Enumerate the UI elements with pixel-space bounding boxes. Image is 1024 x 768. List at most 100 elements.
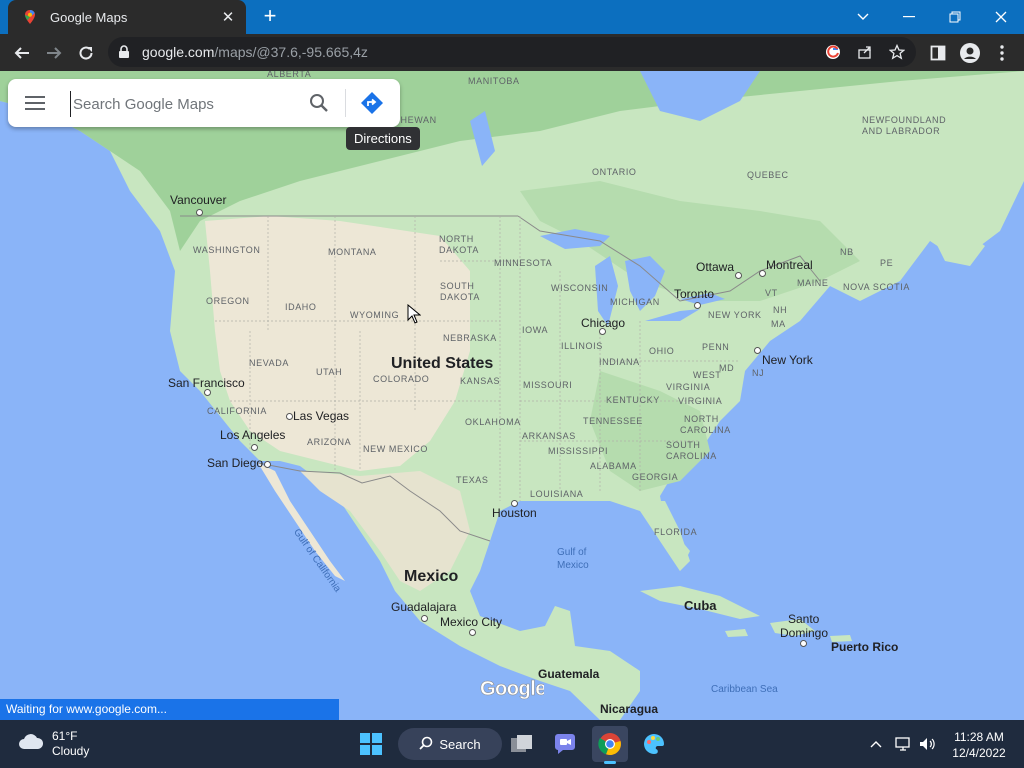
search-icon[interactable] [308, 92, 330, 114]
search-box [8, 79, 400, 127]
region-label: MAINE [797, 278, 829, 288]
city-label: Nicaragua [600, 702, 659, 716]
clock-date: 12/4/2022 [952, 746, 1006, 760]
city-marker[interactable] [800, 640, 807, 647]
task-view-icon[interactable] [504, 726, 540, 762]
search-divider [345, 89, 346, 117]
region-label: OREGON [206, 296, 250, 306]
city-label: Montreal [766, 258, 813, 272]
active-app-indicator [604, 761, 616, 764]
country-label: Mexico [404, 568, 459, 585]
region-label: NOVA SCOTIA [843, 282, 910, 292]
forward-button[interactable] [40, 39, 68, 67]
bookmark-star-icon[interactable] [888, 43, 906, 61]
city-marker[interactable] [754, 347, 761, 354]
region-label: MISSOURI [523, 380, 573, 390]
region-label: NB [840, 247, 854, 257]
teams-chat-icon[interactable] [547, 726, 583, 762]
region-label: FLORIDA [654, 527, 698, 537]
directions-icon[interactable] [360, 91, 384, 115]
weather-widget[interactable]: 61°F Cloudy [18, 729, 89, 759]
cloudy-weather-icon [18, 733, 44, 756]
reload-button[interactable] [72, 39, 100, 67]
region-label: LOUISIANA [530, 489, 584, 499]
region-label: NEWFOUNDLAND [862, 115, 947, 125]
browser-menu-icon[interactable] [988, 39, 1016, 67]
region-label: NEW MEXICO [363, 444, 429, 454]
city-marker[interactable] [286, 413, 293, 420]
city-marker[interactable] [469, 629, 476, 636]
city-label: Domingo [780, 626, 829, 640]
region-label: OKLAHOMA [465, 417, 521, 427]
url-text[interactable]: google.com/maps/@37.6,-95.665,4z [142, 44, 368, 60]
region-label: AND LABRADOR [862, 126, 941, 136]
search-input[interactable] [70, 91, 305, 117]
region-label: DAKOTA [440, 292, 480, 302]
city-label: Vancouver [170, 193, 227, 207]
url-path: /maps/@37.6,-95.665,4z [214, 44, 368, 60]
region-label: QUEBEC [747, 170, 789, 180]
city-marker[interactable] [735, 272, 742, 279]
country-label: United States [391, 355, 494, 372]
city-marker[interactable] [511, 500, 518, 507]
country-label: Cuba [684, 598, 717, 613]
region-label: CAROLINA [666, 451, 717, 461]
city-marker[interactable] [599, 328, 606, 335]
chrome-taskbar-icon[interactable] [592, 726, 628, 764]
region-label: MICHIGAN [610, 297, 660, 307]
city-marker[interactable] [264, 461, 271, 468]
menu-hamburger-icon[interactable] [24, 93, 46, 113]
google-logo-text: Google [480, 678, 544, 700]
windows-start-icon[interactable] [353, 726, 389, 762]
paint-app-icon[interactable] [636, 726, 672, 762]
region-label: NH [773, 305, 788, 315]
city-label: Guatemala [538, 667, 600, 681]
region-label: PENN [702, 342, 730, 352]
region-label: CAROLINA [680, 425, 731, 435]
new-tab-button[interactable]: + [258, 5, 282, 29]
tab-google-maps[interactable]: Google Maps ✕ [8, 0, 246, 34]
city-marker[interactable] [694, 302, 701, 309]
region-label: ONTARIO [592, 167, 637, 177]
map-canvas[interactable]: ALBERTA MANITOBA SASKATCHEWAN ONTARIO QU… [0, 71, 1024, 720]
region-label: MONTANA [328, 247, 377, 257]
system-clock[interactable]: 11:28 AM 12/4/2022 [944, 729, 1014, 761]
windows-taskbar: 61°F Cloudy Search 11:28 AM 12/4/2022 [0, 720, 1024, 768]
tray-overflow-chevron-icon[interactable] [866, 734, 886, 754]
lock-icon[interactable] [118, 45, 130, 64]
directions-tooltip: Directions [346, 127, 420, 150]
city-marker[interactable] [421, 615, 428, 622]
region-label: WEST [693, 370, 722, 380]
back-button[interactable] [8, 39, 36, 67]
weather-temp: 61°F [52, 729, 78, 743]
google-maps-favicon-icon [22, 9, 38, 25]
region-label: COLORADO [373, 374, 430, 384]
profile-avatar-icon[interactable] [956, 39, 984, 67]
region-label: NORTH [684, 414, 719, 424]
tab-close-icon[interactable]: ✕ [220, 8, 236, 26]
close-window-button[interactable] [978, 0, 1024, 34]
network-icon[interactable] [894, 734, 914, 754]
city-marker[interactable] [196, 209, 203, 216]
region-label: UTAH [316, 367, 343, 377]
clock-time: 11:28 AM [954, 730, 1004, 744]
tab-title: Google Maps [50, 9, 128, 25]
volume-icon[interactable] [918, 734, 938, 754]
side-panel-icon[interactable] [924, 39, 952, 67]
city-marker[interactable] [759, 270, 766, 277]
region-label: IDAHO [285, 302, 317, 312]
restore-button[interactable] [932, 0, 978, 34]
share-icon[interactable] [856, 43, 874, 61]
url-host: google.com [142, 44, 215, 60]
city-marker[interactable] [204, 389, 211, 396]
tab-search-chevron-icon[interactable] [840, 0, 886, 34]
address-bar[interactable]: google.com/maps/@37.6,-95.665,4z [108, 37, 916, 67]
region-label: TEXAS [456, 475, 489, 485]
region-label: WYOMING [350, 310, 400, 320]
minimize-button[interactable] [886, 0, 932, 34]
google-lens-icon[interactable] [824, 43, 842, 61]
region-label: IOWA [522, 325, 549, 335]
taskbar-search-button[interactable]: Search [398, 728, 502, 760]
city-marker[interactable] [251, 444, 258, 451]
region-label: PE [880, 258, 894, 268]
